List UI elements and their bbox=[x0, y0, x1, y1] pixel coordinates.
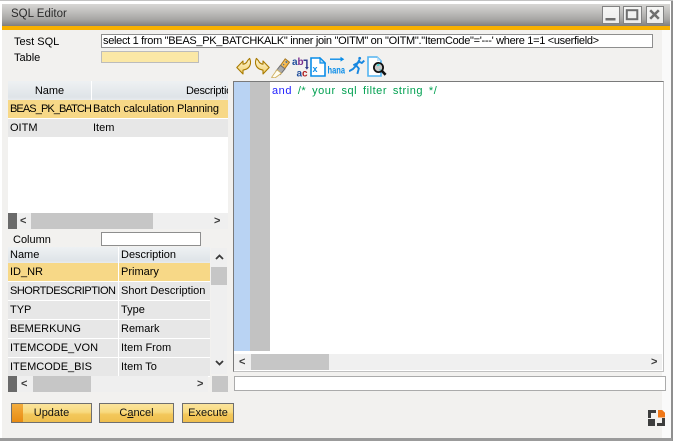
svg-text:x: x bbox=[313, 64, 318, 74]
svg-text:hana: hana bbox=[328, 66, 345, 77]
svg-text:b: b bbox=[298, 57, 304, 68]
svg-text:c: c bbox=[302, 69, 308, 79]
